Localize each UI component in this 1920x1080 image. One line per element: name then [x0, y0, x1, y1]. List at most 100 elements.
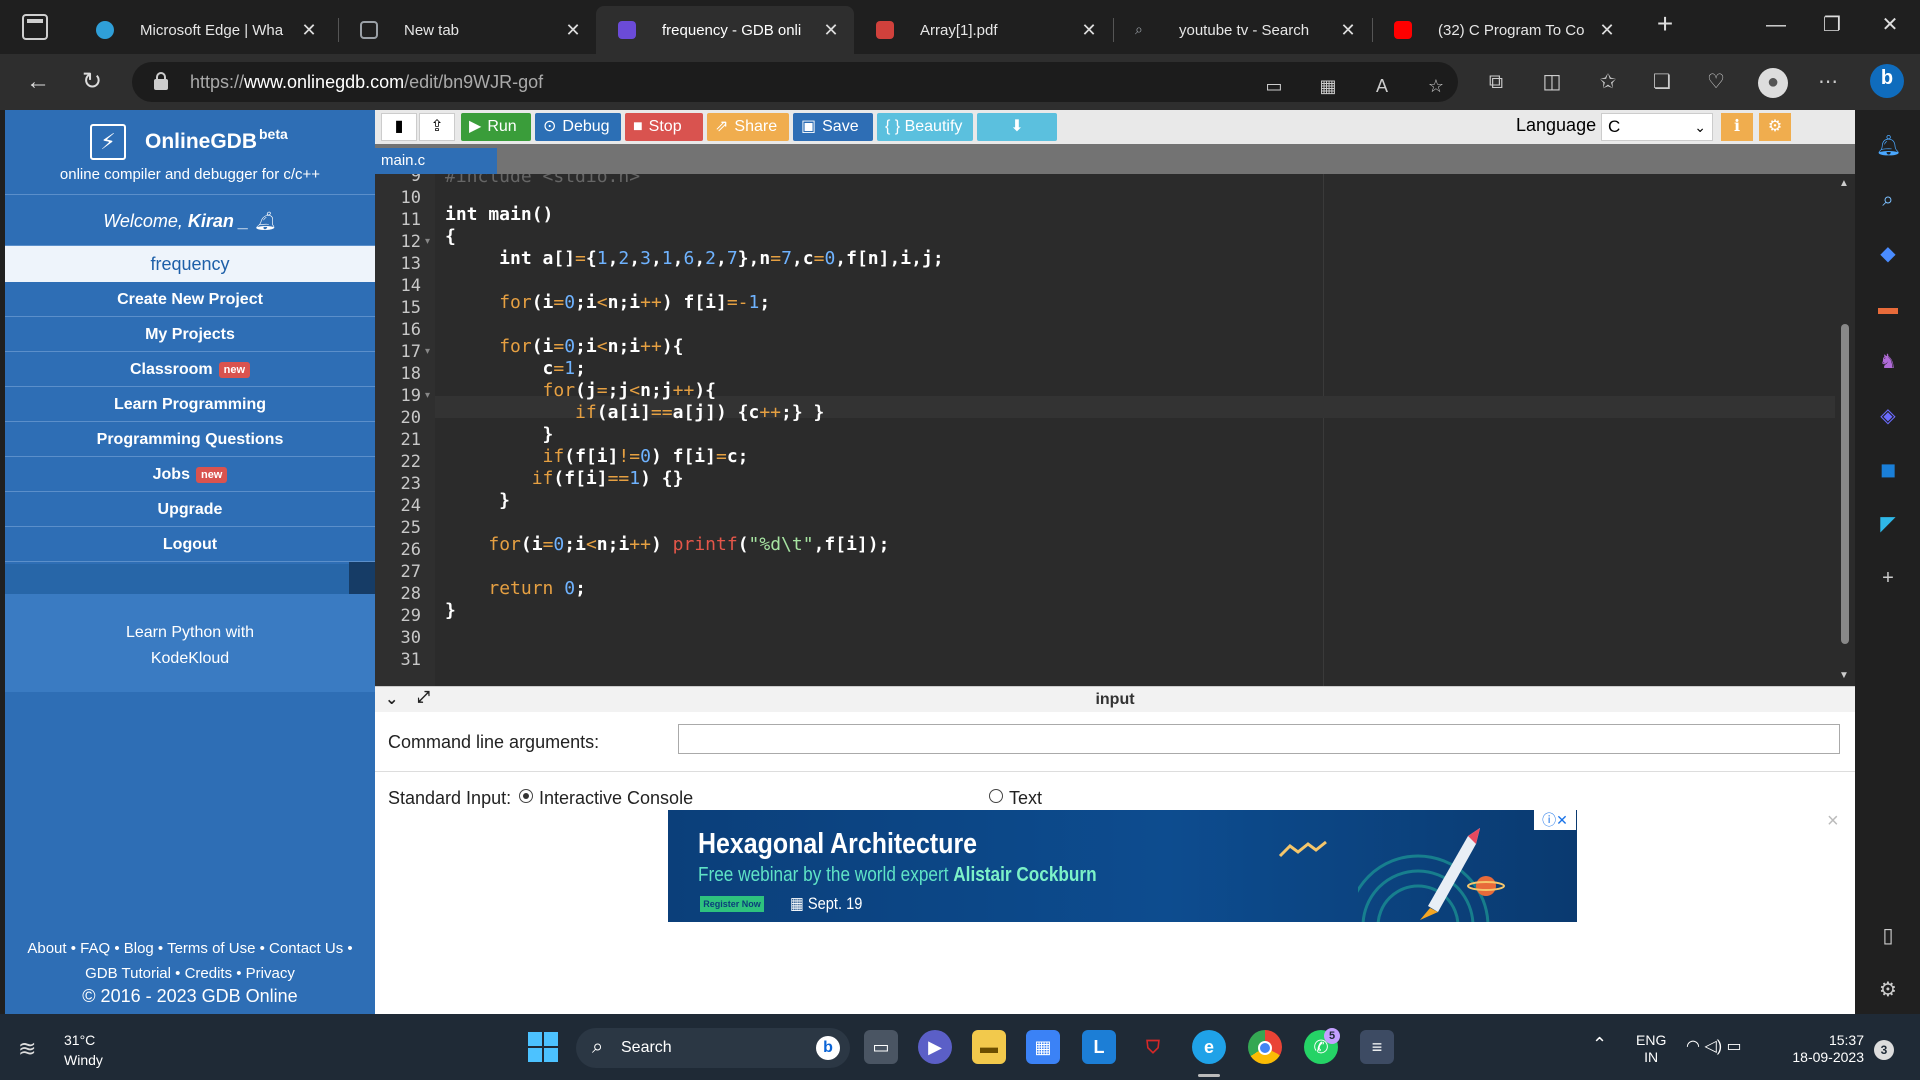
- minimize-button[interactable]: —: [1756, 10, 1796, 40]
- wifi-icon[interactable]: ◠: [1686, 1038, 1700, 1055]
- code-line-26[interactable]: for(i=0;i<n;i++) printf("%d\t",f[i]);: [445, 534, 889, 555]
- show-hidden-icons-chevron-icon[interactable]: ⌃: [1592, 1034, 1607, 1055]
- menu-upgrade[interactable]: Upgrade: [5, 492, 375, 527]
- file-explorer-icon[interactable]: ▬: [972, 1030, 1006, 1064]
- profile-avatar-icon[interactable]: ●: [1758, 68, 1788, 98]
- interactive-console-label[interactable]: Interactive Console: [539, 788, 693, 809]
- footer-line[interactable]: About • FAQ • Blog • Terms of Use • Cont…: [5, 936, 375, 961]
- browser-essentials-icon[interactable]: ♡: [1702, 68, 1730, 96]
- clock[interactable]: 15:37 18-09-2023: [1786, 1032, 1864, 1066]
- code-line-13[interactable]: int a[]={1,2,3,1,6,2,7},n=7,c=0,f[n],i,j…: [445, 248, 943, 269]
- code-editor[interactable]: 9 10 11 12 ▾ 13 14 15 16 17 ▾ 18 19 ▾ 20 21 22 23 24 25 26 27…: [375, 174, 1855, 686]
- qr-code-icon[interactable]: ▦: [1316, 74, 1340, 98]
- command-line-input[interactable]: [678, 724, 1840, 754]
- windows-start-icon[interactable]: [528, 1032, 558, 1062]
- promo-banner[interactable]: Learn Python with KodeKloud: [5, 594, 375, 692]
- scroll-down-icon[interactable]: ▼: [1839, 670, 1849, 681]
- code-line-11[interactable]: int main(): [445, 204, 553, 225]
- logo[interactable]: ⚡ OnlineGDB beta online compiler and deb…: [5, 110, 375, 194]
- code-line-15[interactable]: for(i=0;i<n;i++) f[i]=-1;: [445, 292, 770, 313]
- save-button[interactable]: ▣ Save: [793, 113, 873, 141]
- share-button[interactable]: ⇗ Share: [707, 113, 789, 141]
- ad-choices-icon[interactable]: ⓘ✕: [1534, 810, 1576, 830]
- code-line-21[interactable]: }: [445, 424, 554, 445]
- text-radio-label[interactable]: Text: [1009, 788, 1042, 809]
- sidebar-toggle-icon[interactable]: ▯: [1876, 924, 1900, 948]
- url-text[interactable]: https://www.onlinegdb.com/edit/bn9WJR-go…: [190, 72, 543, 93]
- browser-tab[interactable]: Array[1].pdf ✕: [854, 6, 1112, 54]
- code-line-17[interactable]: for(i=0;i<n;i++){: [445, 336, 683, 357]
- code-line-29[interactable]: }: [445, 600, 456, 621]
- back-arrow-icon[interactable]: ←: [22, 66, 54, 98]
- restore-button[interactable]: ❐: [1812, 10, 1852, 40]
- app-available-icon[interactable]: ▭: [1262, 74, 1286, 98]
- system-tray[interactable]: ◠ ◁) ▭: [1686, 1036, 1742, 1056]
- microsoft-store-icon[interactable]: ▦: [1026, 1030, 1060, 1064]
- microsoft-365-icon[interactable]: ◈: [1876, 404, 1900, 428]
- close-icon[interactable]: ✕: [564, 20, 582, 41]
- close-icon[interactable]: ✕: [300, 20, 318, 41]
- favorites-icon[interactable]: ✩: [1594, 68, 1622, 96]
- language-select[interactable]: C ⌄: [1601, 113, 1713, 141]
- code-line-12[interactable]: {: [445, 226, 456, 247]
- address-bar[interactable]: https://www.onlinegdb.com/edit/bn9WJR-go…: [132, 62, 1458, 102]
- bell-icon[interactable]: 🔔︎: [254, 211, 277, 231]
- code-line-28[interactable]: return 0;: [445, 578, 586, 599]
- code-line-20[interactable]: if(a[i]==a[j]) {c++;} }: [445, 402, 824, 423]
- drop-icon[interactable]: ◤: [1876, 512, 1900, 536]
- fold-toggle-icon[interactable]: ▾: [425, 346, 430, 357]
- footer-links[interactable]: About • FAQ • Blog • Terms of Use • Cont…: [5, 936, 375, 986]
- stop-button[interactable]: ■ Stop: [625, 113, 703, 141]
- scroll-up-icon[interactable]: ▲: [1839, 178, 1849, 189]
- code-line-19[interactable]: for(j=;j<n;j++){: [445, 380, 716, 401]
- fold-toggle-icon[interactable]: ▾: [425, 236, 430, 247]
- copilot-icon[interactable]: b: [1870, 64, 1904, 98]
- scrollbar-thumb[interactable]: [1841, 324, 1849, 644]
- tab-actions-icon[interactable]: [22, 14, 48, 40]
- more-options-icon[interactable]: ⋯: [1814, 68, 1842, 96]
- edge-icon[interactable]: e: [1192, 1030, 1226, 1064]
- lock-icon[interactable]: [154, 72, 168, 90]
- menu-programming-questions[interactable]: Programming Questions: [5, 422, 375, 457]
- debug-button[interactable]: ⊙ Debug: [535, 113, 621, 141]
- read-aloud-icon[interactable]: A: [1370, 74, 1394, 98]
- split-screen-icon[interactable]: ◫: [1538, 68, 1566, 96]
- ad-register-button[interactable]: Register Now: [700, 896, 764, 912]
- favorite-star-icon[interactable]: ☆: [1424, 74, 1448, 98]
- user-name[interactable]: Kiran: [188, 211, 234, 231]
- current-project-name[interactable]: frequency: [5, 246, 375, 282]
- close-icon[interactable]: ✕: [1598, 20, 1616, 41]
- browser-tab[interactable]: Microsoft Edge | Wha ✕: [74, 6, 332, 54]
- chrome-icon[interactable]: [1248, 1030, 1282, 1064]
- download-icon[interactable]: ⬇: [977, 113, 1057, 141]
- interactive-console-radio[interactable]: [519, 789, 533, 803]
- add-icon[interactable]: +: [1876, 566, 1900, 590]
- new-file-icon[interactable]: ▮: [381, 113, 417, 141]
- volume-icon[interactable]: ◁): [1704, 1038, 1722, 1055]
- menu-classroom[interactable]: Classroom new: [5, 352, 375, 387]
- settings-gear-icon[interactable]: ⚙: [1759, 113, 1791, 141]
- menu-learn-programming[interactable]: Learn Programming: [5, 387, 375, 422]
- collections-icon[interactable]: ❏: [1648, 68, 1676, 96]
- fold-toggle-icon[interactable]: ▾: [425, 390, 430, 401]
- mcafee-shield-icon[interactable]: ⛉: [1136, 1030, 1170, 1064]
- browser-tab[interactable]: New tab ✕: [338, 6, 596, 54]
- text-radio[interactable]: [989, 789, 1003, 803]
- code-line-22[interactable]: if(f[i]!=0) f[i]=c;: [445, 446, 749, 467]
- menu-create-new-project[interactable]: Create New Project: [5, 282, 375, 317]
- shopping-tag-icon[interactable]: ◆: [1876, 242, 1900, 266]
- outlook-icon[interactable]: ◼: [1876, 458, 1900, 482]
- footer-line[interactable]: GDB Tutorial • Credits • Privacy: [5, 961, 375, 986]
- close-icon[interactable]: ✕: [1080, 20, 1098, 41]
- close-icon[interactable]: ✕: [1339, 20, 1357, 41]
- task-view-icon[interactable]: ▭: [864, 1030, 898, 1064]
- code-line-9[interactable]: #include <stdio.h>: [445, 174, 640, 187]
- menu-jobs[interactable]: Jobs new: [5, 457, 375, 492]
- code-line-18[interactable]: c=1;: [445, 358, 586, 379]
- browser-tab[interactable]: ⌕ youtube tv - Search ✕: [1113, 6, 1371, 54]
- teams-chat-icon[interactable]: ▶: [918, 1030, 952, 1064]
- settings-gear-icon[interactable]: ⚙: [1876, 978, 1900, 1002]
- refresh-icon[interactable]: ↻: [76, 66, 108, 98]
- l-app-icon[interactable]: L: [1082, 1030, 1116, 1064]
- file-tab-main-c[interactable]: main.c: [375, 148, 497, 174]
